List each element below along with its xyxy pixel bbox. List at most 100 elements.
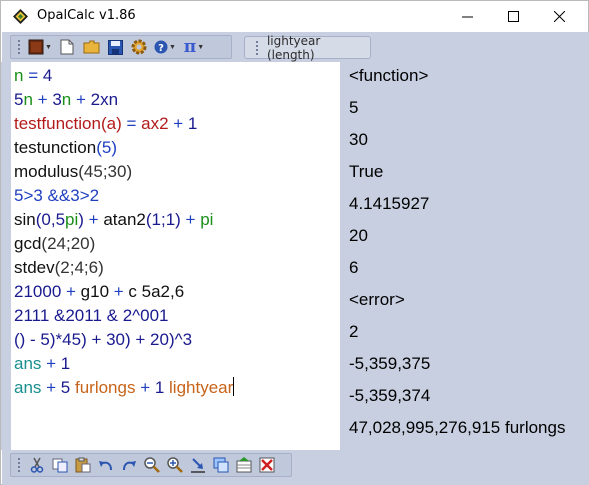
result-line: True <box>349 162 384 181</box>
expression-token: modulus <box>14 162 79 181</box>
expression-line[interactable]: gcd(24;20) <box>14 232 95 256</box>
new-document-icon <box>60 39 74 55</box>
copy-button[interactable] <box>50 455 70 475</box>
result-line: 30 <box>349 130 368 149</box>
expression-token: + <box>61 282 81 301</box>
save-button[interactable] <box>105 37 125 57</box>
expression-token: 21000 <box>14 282 62 301</box>
expression-line[interactable]: testunction(5) <box>14 136 117 160</box>
save-icon <box>107 39 123 55</box>
result-line: 2 <box>349 322 359 341</box>
opalcalc-window: OpalCalc v1.86 ▼ ? ▼ π ▼ lightyear (leng… <box>0 0 589 485</box>
copy-window-button[interactable] <box>211 455 231 475</box>
minimize-icon <box>461 16 473 18</box>
export-icon <box>236 457 252 473</box>
tab-label: lightyear (length) <box>266 33 321 62</box>
insert-answer-button[interactable] <box>188 455 208 475</box>
expression-token: atan2 <box>103 210 146 229</box>
settings-button[interactable] <box>129 37 149 57</box>
redo-icon <box>123 461 136 471</box>
color-theme-icon <box>28 39 44 55</box>
result-line: 20 <box>349 226 368 245</box>
help-button[interactable]: ? ▼ <box>153 37 177 57</box>
help-icon: ? <box>154 40 168 54</box>
expression-line[interactable]: sin(0,5pi) + atan2(1;1) + pi <box>14 208 213 232</box>
expression-token: furlongs <box>74 378 136 397</box>
results-pane: <function> 5 30 True 4.1415927 20 6 <error> 2 -5,… <box>344 62 580 450</box>
expression-token: + <box>109 282 129 301</box>
color-theme-button[interactable]: ▼ <box>27 37 53 57</box>
tab-grip <box>255 39 259 56</box>
paste-button[interactable] <box>73 455 93 475</box>
result-line: 4.1415927 <box>349 194 430 213</box>
expression-token: lightyear <box>169 378 234 397</box>
expression-token: (2;4;6) <box>54 258 104 277</box>
redo-button[interactable] <box>119 455 139 475</box>
minimize-button[interactable] <box>444 1 490 32</box>
result-line: 47,028,995,276,915 furlongs <box>349 418 566 437</box>
expression-token: + <box>41 378 61 397</box>
expression-line[interactable]: testfunction(a) = ax2 + 1 <box>14 112 197 136</box>
export-button[interactable] <box>234 455 254 475</box>
expression-token: n <box>61 90 72 109</box>
close-button[interactable] <box>536 1 582 32</box>
expression-token: = <box>121 114 142 133</box>
clear-icon <box>259 457 275 473</box>
zoom-in-button[interactable] <box>165 455 185 475</box>
window-title: OpalCalc v1.86 <box>37 8 136 23</box>
zoom-out-button[interactable] <box>142 455 162 475</box>
clear-button[interactable] <box>257 455 277 475</box>
expression-token: (1;1) <box>145 210 181 229</box>
open-folder-button[interactable] <box>81 37 101 57</box>
top-toolbar-area: ▼ ? ▼ π ▼ lightyear (length) <box>2 32 589 62</box>
paste-icon <box>75 457 91 473</box>
expression-line[interactable]: ans + 1 <box>14 352 70 376</box>
expression-editor[interactable]: n = 4 5n + 3n + 2xn testfunction(a) = ax2 … <box>9 62 342 450</box>
copy-window-icon <box>213 457 229 473</box>
close-icon <box>553 11 565 22</box>
expression-token: 1 <box>60 354 71 373</box>
maximize-button[interactable] <box>490 1 536 32</box>
expression-token: 1 <box>154 378 170 397</box>
expression-token: + <box>180 210 201 229</box>
expression-line[interactable]: 2111 &2011 & 2^001 <box>14 304 169 328</box>
expression-token: ans <box>14 354 42 373</box>
tab-lightyear-length[interactable]: lightyear (length) <box>244 33 371 62</box>
expression-token: pi <box>65 210 79 229</box>
expression-line[interactable]: 5n + 3n + 2xn <box>14 88 118 112</box>
text-cursor <box>233 377 235 396</box>
cut-button[interactable] <box>27 455 47 475</box>
expression-line[interactable]: () - 5)*45) + 30) + 20)^3 <box>14 328 192 352</box>
expression-token: 2111 &2011 & 2^001 <box>14 306 169 325</box>
expression-token: () - 5)*45) + 30) + 20)^3 <box>14 330 193 349</box>
pi-constants-icon: π <box>183 37 197 57</box>
expression-token: testunction <box>14 138 97 157</box>
expression-line[interactable]: 5>3 &&3>2 <box>14 184 99 208</box>
undo-button[interactable] <box>96 455 116 475</box>
expression-line[interactable]: n = 4 <box>14 64 52 88</box>
toolbar-grip[interactable] <box>17 39 21 55</box>
expression-token: testfunction <box>14 114 101 133</box>
toolbar-grip[interactable] <box>17 457 21 473</box>
zoom-out-icon <box>144 457 160 473</box>
expression-line[interactable]: modulus(45;30) <box>14 160 132 184</box>
maximize-icon <box>507 11 519 22</box>
expression-token: (45;30) <box>78 162 133 181</box>
constants-button[interactable]: π ▼ <box>181 37 207 57</box>
cut-icon <box>30 457 44 473</box>
expression-line[interactable]: ans + 5 furlongs + 1 lightyear <box>14 376 235 400</box>
expression-token: (0,5 <box>35 210 66 229</box>
result-line: <error> <box>349 290 405 309</box>
expression-token: n <box>23 90 33 109</box>
result-line: <function> <box>349 66 429 85</box>
expression-token: 5>3 &&3>2 <box>14 186 100 205</box>
open-folder-icon <box>83 40 99 54</box>
expression-line[interactable]: 21000 + g10 + c 5a2,6 <box>14 280 184 304</box>
main-toolbar: ▼ ? ▼ π ▼ <box>10 35 232 59</box>
title-bar[interactable]: OpalCalc v1.86 <box>1 1 588 32</box>
expression-line[interactable]: stdev(2;4;6) <box>14 256 104 280</box>
new-document-button[interactable] <box>57 37 77 57</box>
expression-token: sin <box>14 210 36 229</box>
expression-token: 4 <box>42 66 53 85</box>
zoom-in-icon <box>167 457 183 473</box>
